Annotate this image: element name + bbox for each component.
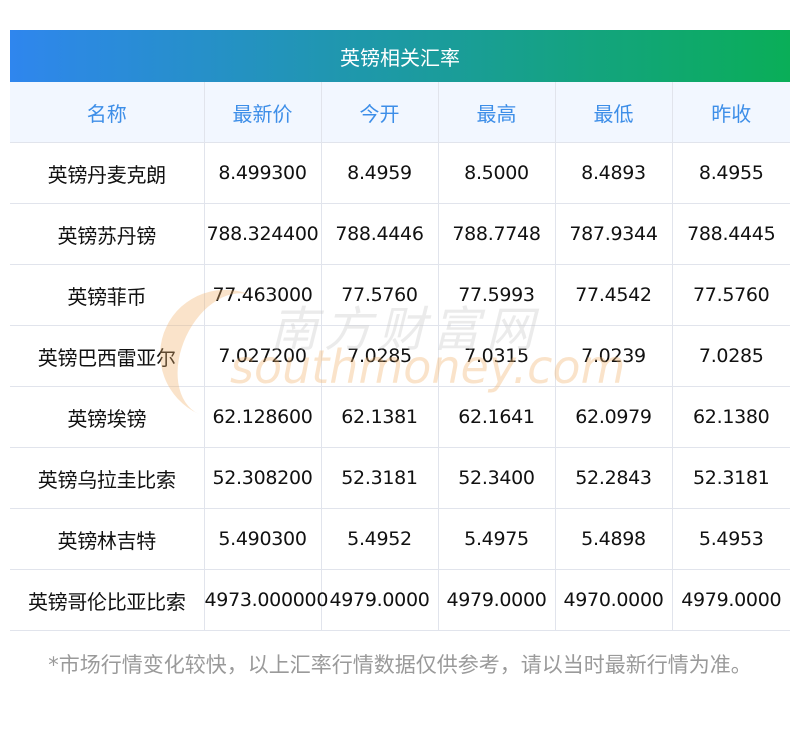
rate-cell: 52.308200 bbox=[203, 447, 322, 509]
rate-cell: 52.3181 bbox=[671, 447, 790, 509]
rate-cell: 62.0979 bbox=[554, 386, 673, 448]
rate-cell: 8.4959 bbox=[320, 142, 439, 204]
rate-cell: 5.4975 bbox=[437, 508, 556, 570]
rate-cell: 77.4542 bbox=[554, 264, 673, 326]
rate-cell: 8.4893 bbox=[554, 142, 673, 204]
table-row: 英镑苏丹镑 788.324400 788.4446 788.7748 787.9344 7… bbox=[10, 203, 790, 265]
table-header-row: 名称 最新价 今开 最高 最低 昨收 bbox=[10, 82, 790, 143]
column-header: 今开 bbox=[320, 82, 439, 143]
table-row: 英镑埃镑 62.128600 62.1381 62.1641 62.0979 62.138… bbox=[10, 386, 790, 448]
rate-cell: 52.2843 bbox=[554, 447, 673, 509]
rate-cell: 77.5760 bbox=[671, 264, 790, 326]
rate-cell: 62.1380 bbox=[671, 386, 790, 448]
rate-cell: 5.4898 bbox=[554, 508, 673, 570]
rate-cell: 52.3181 bbox=[320, 447, 439, 509]
rate-cell: 77.5993 bbox=[437, 264, 556, 326]
rate-cell: 4979.0000 bbox=[671, 569, 790, 631]
currency-pair-name: 英镑丹麦克朗 bbox=[10, 142, 205, 204]
exchange-rate-table-panel: 英镑相关汇率 名称 最新价 今开 最高 最低 昨收 英镑丹麦克朗 8.499300 8.495… bbox=[10, 30, 790, 631]
rate-cell: 62.128600 bbox=[203, 386, 322, 448]
rate-cell: 4973.000000 bbox=[203, 569, 328, 631]
table-row: 英镑乌拉圭比索 52.308200 52.3181 52.3400 52.2843 52.… bbox=[10, 447, 790, 509]
rate-cell: 4979.0000 bbox=[437, 569, 556, 631]
column-header: 最高 bbox=[437, 82, 556, 143]
rate-cell: 787.9344 bbox=[554, 203, 673, 265]
table-row: 英镑哥伦比亚比索 4973.000000 4979.0000 4979.0000 497… bbox=[10, 569, 790, 631]
table-title: 英镑相关汇率 bbox=[10, 30, 790, 82]
rate-cell: 52.3400 bbox=[437, 447, 556, 509]
rate-cell: 5.4952 bbox=[320, 508, 439, 570]
column-header: 最低 bbox=[554, 82, 673, 143]
exchange-rate-table: 名称 最新价 今开 最高 最低 昨收 英镑丹麦克朗 8.499300 8.4959 8.5000… bbox=[10, 82, 790, 631]
column-header: 昨收 bbox=[671, 82, 790, 143]
table-row: 英镑林吉特 5.490300 5.4952 5.4975 5.4898 5.4953 bbox=[10, 508, 790, 570]
rate-cell: 77.463000 bbox=[203, 264, 322, 326]
currency-pair-name: 英镑哥伦比亚比索 bbox=[10, 569, 205, 631]
currency-pair-name: 英镑巴西雷亚尔 bbox=[10, 325, 205, 387]
rate-cell: 7.0285 bbox=[320, 325, 439, 387]
rate-cell: 8.5000 bbox=[437, 142, 556, 204]
rate-cell: 7.0285 bbox=[671, 325, 790, 387]
currency-pair-name: 英镑埃镑 bbox=[10, 386, 205, 448]
currency-pair-name: 英镑菲币 bbox=[10, 264, 205, 326]
rate-cell: 788.324400 bbox=[203, 203, 322, 265]
rate-cell: 7.0315 bbox=[437, 325, 556, 387]
currency-pair-name: 英镑乌拉圭比索 bbox=[10, 447, 205, 509]
rate-cell: 4970.0000 bbox=[554, 569, 673, 631]
rate-cell: 7.027200 bbox=[203, 325, 322, 387]
column-header: 名称 bbox=[10, 82, 205, 143]
column-header: 最新价 bbox=[203, 82, 322, 143]
rate-cell: 62.1381 bbox=[320, 386, 439, 448]
table-row: 英镑丹麦克朗 8.499300 8.4959 8.5000 8.4893 8.4955 bbox=[10, 142, 790, 204]
rate-cell: 7.0239 bbox=[554, 325, 673, 387]
table-row: 英镑菲币 77.463000 77.5760 77.5993 77.4542 77.576… bbox=[10, 264, 790, 326]
rate-cell: 77.5760 bbox=[320, 264, 439, 326]
rate-cell: 788.4446 bbox=[320, 203, 439, 265]
rate-cell: 788.7748 bbox=[437, 203, 556, 265]
disclaimer-note: *市场行情变化较快，以上汇率行情数据仅供参考，请以当时最新行情为准。 bbox=[48, 653, 752, 677]
currency-pair-name: 英镑林吉特 bbox=[10, 508, 205, 570]
rate-cell: 5.490300 bbox=[203, 508, 322, 570]
currency-pair-name: 英镑苏丹镑 bbox=[10, 203, 205, 265]
rate-cell: 62.1641 bbox=[437, 386, 556, 448]
rate-cell: 8.499300 bbox=[203, 142, 322, 204]
rate-cell: 4979.0000 bbox=[320, 569, 439, 631]
rate-cell: 5.4953 bbox=[671, 508, 790, 570]
table-row: 英镑巴西雷亚尔 7.027200 7.0285 7.0315 7.0239 7.0285 bbox=[10, 325, 790, 387]
rate-cell: 788.4445 bbox=[671, 203, 790, 265]
rate-cell: 8.4955 bbox=[671, 142, 790, 204]
